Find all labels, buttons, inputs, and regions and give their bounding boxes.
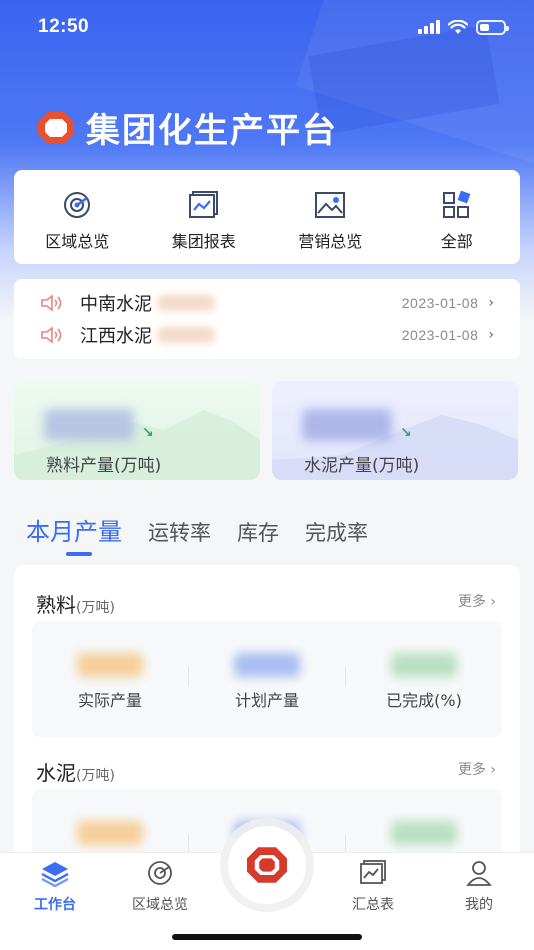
notice-item[interactable]: 江西水泥 2023-01-08 › bbox=[14, 319, 520, 351]
metric-tabs: 本月产量 运转率 库存 完成率 bbox=[26, 512, 368, 556]
redacted-value bbox=[391, 653, 457, 677]
nav-mine[interactable]: 我的 bbox=[434, 859, 524, 914]
redacted-value bbox=[77, 821, 143, 845]
speaker-icon bbox=[41, 294, 62, 312]
cement-output-card[interactable]: ↘ 水泥产量(万吨) bbox=[272, 381, 518, 480]
redacted-value bbox=[44, 409, 134, 441]
nav-summary-table[interactable]: 汇总表 bbox=[328, 859, 418, 914]
user-icon bbox=[466, 861, 492, 886]
more-link-clinker[interactable]: 更多 › bbox=[458, 591, 496, 611]
company-logo-icon bbox=[247, 847, 287, 883]
quick-nav-label: 集团报表 bbox=[171, 232, 236, 251]
wifi-icon bbox=[448, 19, 468, 34]
notice-list: 中南水泥 2023-01-08 › 江西水泥 2023-01-08 › bbox=[14, 279, 520, 359]
tab-monthly-output[interactable]: 本月产量 bbox=[26, 512, 122, 556]
metric-actual bbox=[32, 789, 188, 845]
nav-label: 我的 bbox=[465, 897, 493, 913]
notice-date: 2023-01-08 bbox=[401, 327, 479, 343]
metric-actual: 实际产量 bbox=[32, 621, 188, 711]
redacted-value bbox=[302, 409, 392, 441]
metric-label: 已完成(%) bbox=[386, 691, 462, 710]
header-background bbox=[0, 0, 534, 320]
redacted-text bbox=[158, 295, 214, 311]
summary-chart-icon bbox=[360, 860, 386, 884]
layers-icon bbox=[41, 862, 69, 888]
nav-workbench[interactable]: 工作台 bbox=[10, 859, 100, 914]
metric-plan: 计划产量 bbox=[189, 621, 345, 711]
metric-completed: 已完成(%) bbox=[346, 621, 502, 711]
nav-label: 汇总表 bbox=[352, 897, 394, 913]
company-logo-icon bbox=[38, 111, 74, 144]
stat-label: 水泥产量(万吨) bbox=[304, 456, 420, 476]
quick-nav-all[interactable]: 全部 bbox=[394, 170, 521, 264]
speaker-icon bbox=[41, 326, 62, 344]
battery-icon bbox=[476, 19, 509, 35]
home-indicator bbox=[172, 934, 362, 940]
nav-label: 区域总览 bbox=[132, 897, 188, 913]
trend-down-icon: ↘ bbox=[400, 425, 412, 441]
region-overview-icon bbox=[64, 192, 91, 218]
app-title: 集团化生产平台 bbox=[86, 111, 338, 151]
region-overview-icon bbox=[148, 861, 172, 885]
quick-nav-label: 营销总览 bbox=[298, 232, 363, 251]
nav-label: 工作台 bbox=[34, 897, 76, 913]
marketing-image-icon bbox=[315, 192, 346, 218]
tab-completion-rate[interactable]: 完成率 bbox=[305, 517, 368, 547]
redacted-value bbox=[391, 821, 457, 845]
all-grid-icon bbox=[442, 190, 471, 218]
status-bar: 12:50 bbox=[38, 14, 509, 40]
notice-date: 2023-01-08 bbox=[401, 295, 479, 311]
notice-title: 江西水泥 bbox=[80, 326, 152, 347]
redacted-value bbox=[77, 653, 143, 677]
section-title-clinker: 熟料(万吨) bbox=[36, 593, 115, 617]
cellular-signal-icon bbox=[418, 20, 440, 34]
section-title-cement: 水泥(万吨) bbox=[36, 761, 115, 785]
quick-nav-region-overview[interactable]: 区域总览 bbox=[14, 170, 141, 264]
quick-nav-marketing[interactable]: 营销总览 bbox=[267, 170, 394, 264]
metric-completed bbox=[346, 789, 502, 845]
quick-nav-label: 区域总览 bbox=[45, 232, 110, 251]
quick-nav-group-report[interactable]: 集团报表 bbox=[141, 170, 268, 264]
quick-nav-card: 区域总览 集团报表 营销总览 全部 bbox=[14, 170, 520, 264]
tab-inventory[interactable]: 库存 bbox=[237, 517, 279, 547]
output-panel: 熟料(万吨) 更多 › 实际产量 计划产量 已完成(%) 水泥(万吨) 更多 › bbox=[14, 565, 520, 879]
center-logo-button[interactable] bbox=[228, 826, 306, 904]
notice-item[interactable]: 中南水泥 2023-01-08 › bbox=[14, 287, 520, 319]
redacted-text bbox=[158, 327, 214, 343]
report-chart-icon bbox=[188, 191, 218, 218]
clinker-output-card[interactable]: ↘ 熟料产量(万吨) bbox=[14, 381, 260, 480]
notice-title: 中南水泥 bbox=[80, 294, 152, 315]
trend-down-icon: ↘ bbox=[142, 425, 154, 441]
quick-nav-label: 全部 bbox=[440, 232, 473, 251]
more-link-cement[interactable]: 更多 › bbox=[458, 759, 496, 779]
tab-operating-rate[interactable]: 运转率 bbox=[148, 517, 211, 547]
metric-label: 计划产量 bbox=[234, 691, 299, 710]
clinker-metrics: 实际产量 计划产量 已完成(%) bbox=[32, 621, 502, 737]
chevron-right-icon: › bbox=[488, 327, 494, 343]
redacted-value bbox=[234, 653, 300, 677]
status-time: 12:50 bbox=[38, 16, 90, 37]
app-brand: 集团化生产平台 bbox=[36, 103, 338, 152]
chevron-right-icon: › bbox=[488, 295, 494, 311]
stat-label: 熟料产量(万吨) bbox=[46, 456, 162, 476]
metric-label: 实际产量 bbox=[77, 691, 142, 710]
nav-region-overview[interactable]: 区域总览 bbox=[115, 859, 205, 914]
